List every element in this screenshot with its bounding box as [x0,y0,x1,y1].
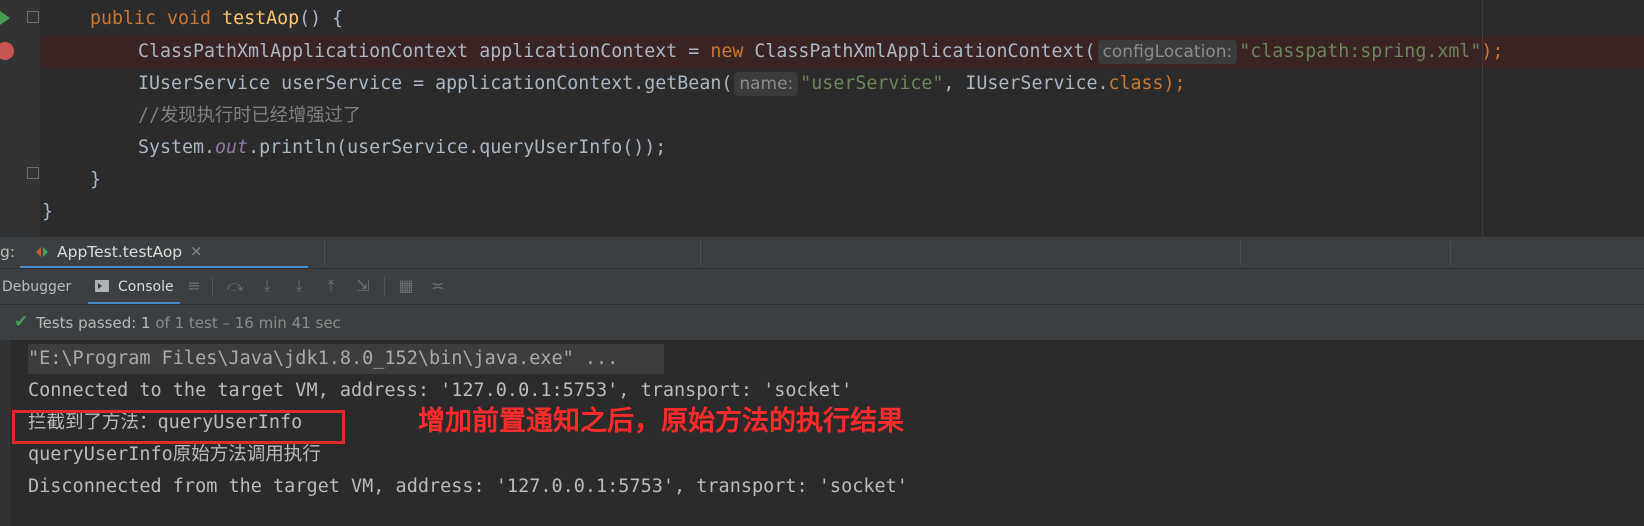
divider [700,241,701,265]
tab-console[interactable]: Console [88,269,180,305]
code-line: } [0,196,66,228]
test-status-bar: ✔ Tests passed: 1 of 1 test – 16 min 41 … [0,304,1644,342]
tab-title: AppTest.testAop [57,243,183,261]
code-line: //发现执行时已经增强过了 [0,100,361,132]
code-editor[interactable]: public void testAop() { ClassPathXmlAppl… [0,0,1644,236]
parameter-hint: name: [734,72,799,96]
step-into-icon[interactable]: ⤓ [259,278,275,294]
code-line: } [0,164,101,196]
static-field: out [215,137,249,158]
console-line: Connected to the target VM, address: '12… [28,380,853,401]
tests-passed-detail: of 1 test – 16 min 41 sec [150,314,341,332]
code-line: public void testAop() { [0,3,343,35]
code-text: } [42,201,54,222]
ide-window: public void testAop() { ClassPathXmlAppl… [0,0,1644,526]
tab-debugger[interactable]: Debugger [2,279,71,295]
parameter-hint: configLocation: [1097,40,1238,64]
code-keyword: class [1108,73,1164,94]
code-line: System.out.println(userService.queryUser… [0,132,666,164]
code-line: ClassPathXmlApplicationContext applicati… [0,36,1503,68]
trace-icon[interactable]: ≍ [430,278,446,294]
code-comment: //发现执行时已经增强过了 [138,105,362,126]
code-text: ClassPathXmlApplicationContext applicati… [138,41,711,62]
divider [324,241,325,265]
console-text: queryUserInfo [28,444,173,465]
debug-label: g: [0,243,16,261]
tests-passed-text: Tests passed: 1 of 1 test – 16 min 41 se… [36,314,341,332]
console-output[interactable]: "E:\Program Files\Java\jdk1.8.0_152\bin\… [0,340,1644,526]
toolbar-separator [212,277,213,297]
code-string: "classpath:spring.xml" [1239,41,1482,62]
run-config-icon [36,247,48,257]
code-string: "userService" [800,73,944,94]
step-out-icon[interactable]: ⤒ [323,278,339,294]
tests-passed-count: Tests passed: 1 [36,314,151,332]
console-text: 原始方法调用执行 [172,444,321,465]
code-text: IUserService userService = applicationCo… [138,73,733,94]
debug-sub-toolbar: Debugger Console ≡ ⤼ ⤓ ⤓ ⤒ ⇲ ▦ ≍ [0,268,1644,305]
annotation-text: 增加前置通知之后，原始方法的执行结果 [418,406,904,437]
close-icon[interactable]: × [190,242,203,260]
evaluate-expression-icon[interactable]: ▦ [398,278,414,294]
code-punctuation: ); [1481,41,1504,62]
tab-apptest-testaop[interactable]: AppTest.testAop × [20,237,308,269]
console-line: "E:\Program Files\Java\jdk1.8.0_152\bin\… [28,348,619,369]
code-text: System. [138,137,216,158]
menu-icon[interactable]: ≡ [186,278,202,294]
code-text: , IUserService. [943,73,1109,94]
tab-console-label: Console [118,279,174,295]
code-text: ClassPathXmlApplicationContext( [743,41,1096,62]
code-text: .println(userService.queryUserInfo()); [248,137,667,158]
run-to-cursor-icon[interactable]: ⇲ [355,278,371,294]
highlight-box [12,410,345,444]
toolbar-separator [384,277,385,297]
console-gutter [0,340,10,526]
code-keyword: public void [90,8,223,29]
code-punctuation: ); [1163,73,1186,94]
code-line: IUserService userService = applicationCo… [0,68,1186,100]
method-name: testAop [222,8,300,29]
force-step-into-icon[interactable]: ⤓ [291,278,307,294]
code-text: () { [299,8,344,29]
code-keyword: new [710,41,744,62]
check-icon: ✔ [14,312,29,332]
console-line: Disconnected from the target VM, address… [28,476,908,497]
console-icon [95,280,109,292]
code-text: } [90,169,102,190]
step-over-icon[interactable]: ⤼ [227,278,244,294]
divider [1240,241,1241,265]
debug-tab-bar: g: AppTest.testAop × [0,236,1644,269]
divider [1450,241,1451,265]
